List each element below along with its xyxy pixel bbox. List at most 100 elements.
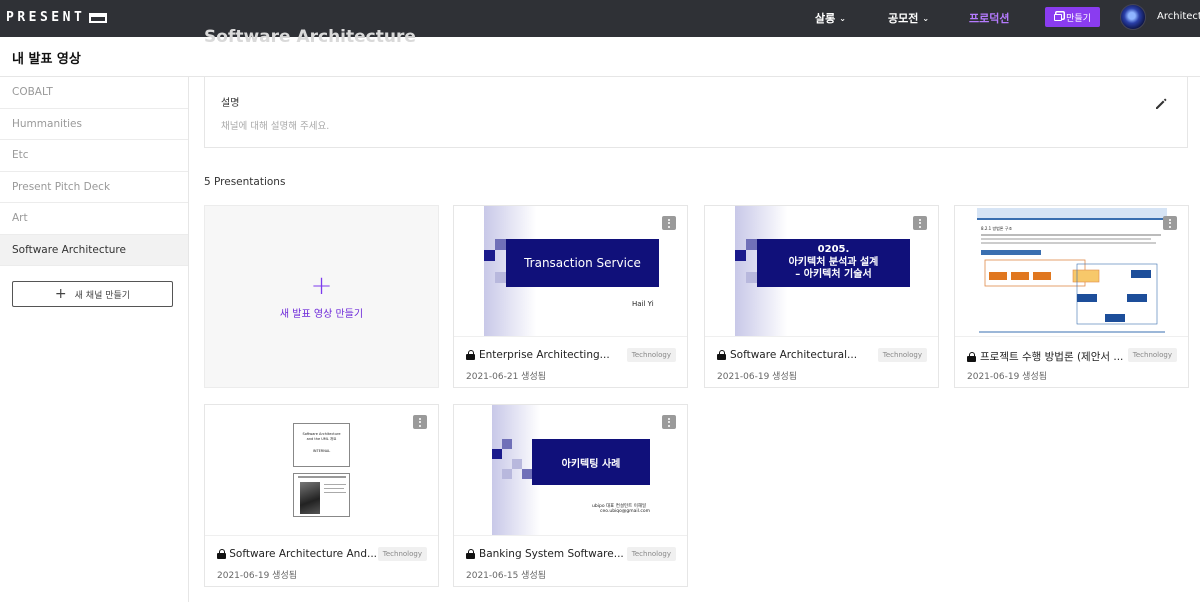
new-channel-label: 새 채널 만들기	[74, 290, 131, 301]
username[interactable]: Architect	[1157, 11, 1200, 22]
plus-icon: +	[310, 271, 333, 301]
created-date: 2021-06-15 생성됨	[466, 571, 547, 581]
present-logo[interactable]: PRESENT	[6, 10, 108, 25]
presentation-title[interactable]: 프로젝트 수행 방법론 (제안서 ...	[967, 349, 1123, 364]
presentation-title[interactable]: Enterprise Architecting...	[466, 349, 610, 361]
ghost-channel-title: Software Architecture	[204, 27, 416, 47]
presentation-title-text: Software Architectural...	[730, 349, 858, 361]
chevron-down-icon: ⌄	[922, 13, 930, 23]
created-date: 2021-06-19 생성됨	[717, 372, 798, 382]
slide-thumbnail[interactable]: 아키텍팅 사례 ubipo 대표 컨설턴트 이해일 ceo.ubiqo@gmai…	[454, 405, 687, 536]
presentation-card[interactable]: Transaction Service Hail Yi Enterprise A…	[453, 205, 688, 388]
make-button-label: 만들기	[1066, 13, 1091, 24]
nav-contest[interactable]: 공모전 ⌄	[888, 10, 929, 26]
lock-icon	[717, 350, 726, 360]
channel-description-panel: 설명 채널에 대해 설명해 주세요.	[204, 77, 1188, 148]
slide-thumbnail[interactable]: 0205. 아키텍처 분석과 설계 – 아키텍처 기술서	[705, 206, 938, 337]
more-options-icon[interactable]	[413, 415, 427, 429]
category-tag: Technology	[626, 547, 676, 561]
slide-thumbnail[interactable]: 8.2.1 방법론 구조	[955, 206, 1188, 337]
presentation-title-text: 프로젝트 수행 방법론 (제안서 ...	[980, 351, 1124, 363]
lock-icon	[967, 351, 976, 362]
slide-title: 아키텍팅 사례	[532, 439, 650, 485]
avatar[interactable]	[1120, 4, 1146, 30]
presentation-title-text: Software Architecture And...	[229, 548, 377, 560]
created-date: 2021-06-19 생성됨	[967, 372, 1048, 382]
description-placeholder: 채널에 대해 설명해 주세요.	[221, 121, 330, 132]
sidebar-item-hummanities[interactable]: Hummanities	[0, 109, 188, 140]
slide-thumbnail[interactable]: Transaction Service Hail Yi	[454, 206, 687, 337]
process-diagram-slide: 8.2.1 방법론 구조	[977, 206, 1167, 336]
slide-square	[522, 469, 532, 479]
more-options-icon[interactable]	[662, 216, 676, 230]
slide-square	[512, 459, 522, 469]
logo-text: PRESENT	[6, 10, 86, 25]
slide-thumbnail[interactable]: Software Architecture and the UML 개요 INT…	[205, 405, 438, 536]
created-date: 2021-06-19 생성됨	[217, 571, 298, 581]
presentation-title-text: Enterprise Architecting...	[479, 349, 610, 361]
sidebar-item-art[interactable]: Art	[0, 203, 188, 235]
nav-production-label: 프로덕션	[969, 12, 1010, 25]
slide-square	[746, 272, 757, 283]
slide-email: ceo.ubiqo@gmail.com	[600, 509, 650, 514]
presentation-count: 5 Presentations	[204, 176, 286, 188]
plus-icon: +	[54, 286, 67, 302]
sidebar-item-present-pitch-deck[interactable]: Present Pitch Deck	[0, 172, 188, 203]
slide-square	[502, 469, 512, 479]
sidebar-item-etc[interactable]: Etc	[0, 140, 188, 172]
slide-title: Transaction Service	[506, 239, 659, 287]
presentation-card[interactable]: Software Architecture and the UML 개요 INT…	[204, 404, 439, 587]
logo-mark-icon	[89, 12, 108, 23]
slide-square	[492, 449, 502, 459]
more-options-icon[interactable]	[1163, 216, 1177, 230]
slide-square	[495, 239, 506, 250]
category-tag: Technology	[1127, 348, 1177, 362]
slide-page: Software Architecture and the UML 개요 INT…	[293, 423, 350, 467]
slide-square	[484, 250, 495, 261]
chevron-down-icon: ⌄	[839, 13, 846, 23]
presentation-title[interactable]: Software Architectural...	[717, 349, 857, 361]
lock-icon	[466, 549, 475, 559]
slide-square	[502, 439, 512, 449]
slide-square	[495, 272, 506, 283]
more-options-icon[interactable]	[662, 415, 676, 429]
presentation-card[interactable]: 아키텍팅 사례 ubipo 대표 컨설턴트 이해일 ceo.ubiqo@gmai…	[453, 404, 688, 587]
more-options-icon[interactable]	[913, 216, 927, 230]
presentation-card[interactable]: 0205. 아키텍처 분석과 설계 – 아키텍처 기술서 Software Ar…	[704, 205, 939, 388]
created-date: 2021-06-21 생성됨	[466, 372, 547, 382]
copy-icon	[1054, 13, 1063, 21]
lock-icon	[217, 549, 227, 559]
slide-heading: 8.2.1 방법론 구조	[981, 225, 1012, 231]
page-header: Software Architecture 내 발표 영상	[0, 27, 1200, 77]
sidebar-item-software-architecture[interactable]: Software Architecture	[0, 234, 188, 266]
presentation-title[interactable]: Banking System Software...	[466, 548, 624, 560]
slide-square	[735, 250, 746, 261]
pencil-icon[interactable]	[1154, 97, 1168, 111]
slide-subtitle: INTERNAL	[312, 449, 331, 454]
presentation-title[interactable]: Software Architecture And...	[217, 548, 377, 560]
category-tag: Technology	[377, 547, 427, 561]
slide-title: 0205. 아키텍처 분석과 설계 – 아키텍처 기술서	[757, 239, 910, 287]
presentation-card[interactable]: 8.2.1 방법론 구조 프로젝트 수행 방법론 (제안서 ... Techno…	[954, 205, 1189, 388]
make-button[interactable]: 만들기	[1045, 7, 1100, 27]
sidebar-item-cobalt[interactable]: COBALT	[0, 77, 188, 109]
top-navigation-bar: PRESENT 살롱 ⌄ 공모전 ⌄ 프로덕션 만들기 Architect	[0, 0, 1200, 37]
category-tag: Technology	[626, 348, 676, 362]
presentation-title-text: Banking System Software...	[479, 548, 624, 560]
portrait-image	[300, 482, 320, 514]
nav-contest-label: 공모전	[888, 12, 919, 25]
slide-title: Software Architecture and the UML 개요	[302, 432, 341, 441]
channel-sidebar: COBALT Hummanities Etc Present Pitch Dec…	[0, 77, 189, 602]
description-label: 설명	[221, 98, 240, 109]
nav-production[interactable]: 프로덕션	[969, 10, 1009, 26]
new-channel-button[interactable]: + 새 채널 만들기	[12, 281, 173, 307]
new-presentation-card[interactable]: + 새 발표 영상 만들기	[204, 205, 439, 388]
nav-salon[interactable]: 살롱 ⌄	[815, 10, 846, 26]
slide-page	[293, 473, 350, 517]
nav-salon-label: 살롱	[815, 12, 836, 25]
page-title: 내 발표 영상	[12, 52, 81, 67]
lock-icon	[466, 350, 475, 360]
slide-square	[746, 239, 757, 250]
category-tag: Technology	[877, 348, 927, 362]
new-presentation-label: 새 발표 영상 만들기	[279, 309, 364, 320]
